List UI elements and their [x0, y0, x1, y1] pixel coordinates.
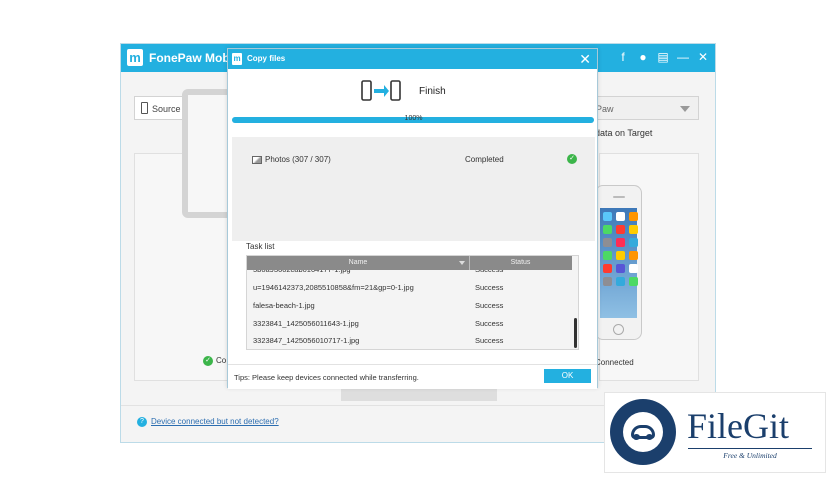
help-link[interactable]: ? Device connected but not detected?	[137, 417, 279, 427]
dialog-logo-icon: m	[232, 53, 242, 65]
column-header-status[interactable]: Status	[469, 259, 572, 266]
result-status: Completed	[465, 155, 504, 164]
iphone-speaker	[613, 196, 625, 198]
results-area: Photos (307 / 307) Completed ✓	[232, 137, 595, 241]
row-status: Success	[475, 301, 504, 310]
task-list-label: Task list	[246, 242, 275, 251]
table-scrollbar[interactable]	[572, 270, 578, 349]
iphone-app-grid	[603, 212, 638, 286]
phone-transfer-icon	[361, 80, 401, 101]
dialog-title: Copy files	[247, 54, 286, 63]
row-status: Success	[475, 336, 504, 345]
ok-button[interactable]: OK	[544, 369, 591, 383]
target-note: data on Target	[595, 128, 653, 138]
check-icon: ✓	[567, 154, 577, 164]
phone-icon	[141, 102, 148, 114]
task-table: Name Status 5b0a93602cab0104177-1.jpg Su…	[246, 255, 579, 350]
titlebar-icons: f ● ▤ — ✕	[617, 50, 709, 64]
target-status: Connected	[595, 358, 634, 367]
table-row[interactable]: 3323847_1425056010717-1.jpg Success	[247, 332, 572, 349]
result-label: Photos (307 / 307)	[265, 155, 331, 164]
target-device-select[interactable]: Paw	[591, 96, 699, 120]
row-name: 3323847_1425056010717-1.jpg	[253, 336, 360, 345]
source-status-text: Co	[216, 356, 227, 366]
help-icon: ?	[137, 417, 147, 427]
iphone-screen	[600, 208, 638, 318]
result-row: Photos (307 / 307) Completed ✓	[252, 154, 582, 164]
target-device-value: Paw	[596, 104, 614, 114]
help-link-text[interactable]: Device connected but not detected?	[151, 417, 279, 426]
copy-files-dialog: m Copy files ✕ Finish 100% Photos (307 /…	[227, 48, 598, 389]
iphone-home-button	[613, 324, 624, 335]
sort-arrow-icon	[459, 261, 465, 265]
row-status: Success	[475, 319, 504, 328]
iphone-image	[595, 185, 642, 340]
feedback-icon[interactable]: ▤	[657, 50, 669, 64]
close-icon[interactable]: ✕	[579, 51, 591, 67]
watermark-title: FileGit	[687, 406, 790, 446]
dialog-footer: Tips: Please keep devices connected whil…	[228, 364, 597, 389]
row-name: 3323841_1425056011643-1.jpg	[253, 319, 359, 328]
row-name: falesa-beach-1.jpg	[253, 301, 315, 310]
table-row[interactable]: falesa-beach-1.jpg Success	[247, 297, 572, 315]
table-row[interactable]: u=1946142373,2085510858&fm=21&gp=0-1.jpg…	[247, 279, 572, 297]
chat-icon[interactable]: ●	[637, 50, 649, 64]
source-status: ✓ Co	[203, 356, 226, 366]
progress-label: 100%	[404, 115, 423, 122]
table-row[interactable]: 3323841_1425056011643-1.jpg Success	[247, 315, 572, 333]
tips-text: Tips: Please keep devices connected whil…	[234, 373, 419, 382]
table-header: Name Status	[247, 256, 572, 270]
finish-label: Finish	[419, 86, 446, 97]
filegit-watermark: FileGit Free & Unlimited	[604, 392, 826, 473]
facebook-icon[interactable]: f	[617, 50, 629, 64]
dialog-titlebar: m Copy files ✕	[228, 49, 597, 69]
row-name: u=1946142373,2085510858&fm=21&gp=0-1.jpg	[253, 283, 414, 292]
filegit-logo-icon	[610, 399, 676, 465]
bottom-tab	[341, 389, 497, 401]
watermark-subtitle: Free & Unlimited	[688, 448, 812, 460]
chevron-down-icon	[680, 106, 690, 112]
close-icon[interactable]: ✕	[697, 50, 709, 64]
column-header-name[interactable]: Name	[247, 259, 469, 266]
row-status: Success	[475, 283, 504, 292]
check-icon: ✓	[203, 356, 213, 366]
minimize-icon[interactable]: —	[677, 50, 689, 64]
scrollbar-thumb[interactable]	[574, 318, 577, 348]
screen: m FonePaw Mobile f ● ▤ — ✕ Source Device…	[0, 0, 836, 484]
image-icon	[252, 155, 262, 164]
app-logo-icon: m	[127, 49, 143, 66]
